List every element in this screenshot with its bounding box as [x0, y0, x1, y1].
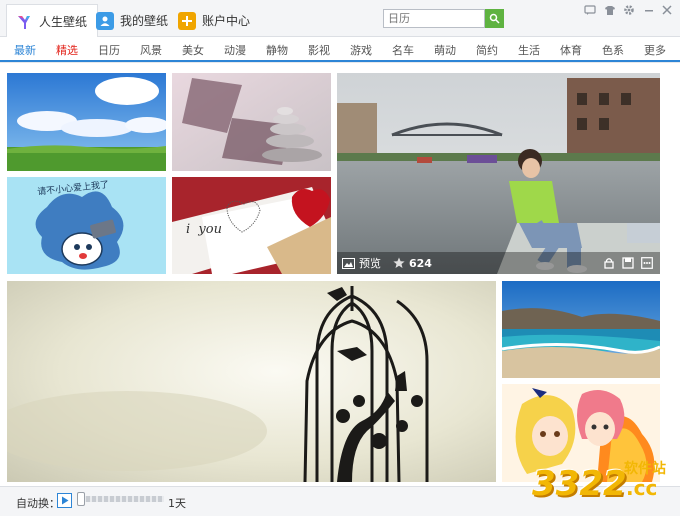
card-text: i you	[186, 222, 222, 237]
wallpaper-thumb-beach[interactable]	[502, 281, 660, 378]
lock-icon[interactable]	[603, 257, 615, 272]
wallpaper-thumb-cartoon[interactable]: 请不小心爱上我了	[7, 177, 166, 274]
category-more[interactable]: 更多	[644, 42, 666, 58]
category-latest[interactable]: 最新	[14, 42, 36, 58]
star-icon	[393, 257, 405, 268]
app-logo-icon	[15, 13, 33, 31]
play-button[interactable]	[57, 493, 72, 508]
category-cute[interactable]: 萌动	[434, 42, 456, 58]
site-watermark-logo: 3322 .cc 软件站	[532, 458, 672, 508]
preview-label: 预览	[359, 257, 381, 270]
play-icon	[61, 496, 68, 505]
category-still-life[interactable]: 静物	[266, 42, 288, 58]
category-underline	[0, 60, 680, 62]
close-icon[interactable]	[660, 3, 674, 17]
search-input[interactable]	[383, 9, 485, 28]
user-icon	[96, 11, 114, 30]
preview-button[interactable]: 预览	[342, 255, 381, 271]
favorites-count[interactable]: 624	[393, 257, 432, 270]
watermark-tag: 软件站	[624, 461, 666, 477]
search-button[interactable]	[485, 9, 504, 28]
watermark-brand: 3322	[532, 464, 627, 504]
interval-slider-track[interactable]	[80, 496, 164, 502]
tab-life-wallpaper[interactable]: 人生壁纸	[6, 4, 99, 38]
watermark-suffix: .cc	[626, 476, 658, 500]
category-scenery[interactable]: 风景	[140, 42, 162, 58]
tab-my-wallpaper[interactable]: 我的壁纸	[88, 4, 178, 37]
category-simple[interactable]: 简约	[476, 42, 498, 58]
category-life[interactable]: 生活	[518, 42, 540, 58]
more-icon[interactable]	[641, 257, 653, 272]
plus-icon	[178, 11, 196, 30]
auto-change-label: 自动换：	[16, 497, 60, 510]
category-movies[interactable]: 影视	[308, 42, 330, 58]
title-bar: 人生壁纸 我的壁纸 账户中心	[0, 0, 680, 38]
wallpaper-thumb-heart[interactable]: i you	[172, 177, 331, 274]
wallpaper-thumb-sky[interactable]	[7, 73, 166, 171]
category-anime[interactable]: 动漫	[224, 42, 246, 58]
chat-icon[interactable]	[583, 3, 597, 17]
category-sports[interactable]: 体育	[560, 42, 582, 58]
category-beauty[interactable]: 美女	[182, 42, 204, 58]
favorites-number: 624	[409, 256, 432, 270]
minimize-icon[interactable]	[642, 3, 656, 17]
tab-account-center[interactable]: 账户中心	[170, 4, 260, 37]
save-icon[interactable]	[622, 257, 634, 272]
category-games[interactable]: 游戏	[350, 42, 372, 58]
search-icon	[489, 13, 500, 24]
category-cars[interactable]: 名车	[392, 42, 414, 58]
tab-label: 人生壁纸	[39, 15, 88, 29]
wallpaper-thumb-birdcage[interactable]	[7, 281, 496, 482]
wallpaper-thumb-stones[interactable]	[172, 73, 331, 171]
tab-label: 账户中心	[202, 14, 251, 28]
interval-slider-handle[interactable]	[77, 492, 85, 506]
skin-icon[interactable]	[603, 3, 617, 17]
wallpaper-featured[interactable]	[337, 73, 660, 274]
featured-toolbar: 预览 624	[337, 252, 660, 274]
category-colors[interactable]: 色系	[602, 42, 624, 58]
interval-label: 1天	[168, 497, 186, 510]
tab-label: 我的壁纸	[120, 14, 169, 28]
category-calendar[interactable]: 日历	[98, 42, 120, 58]
image-icon	[342, 257, 355, 269]
gear-icon[interactable]	[622, 3, 636, 17]
category-featured[interactable]: 精选	[56, 42, 78, 58]
